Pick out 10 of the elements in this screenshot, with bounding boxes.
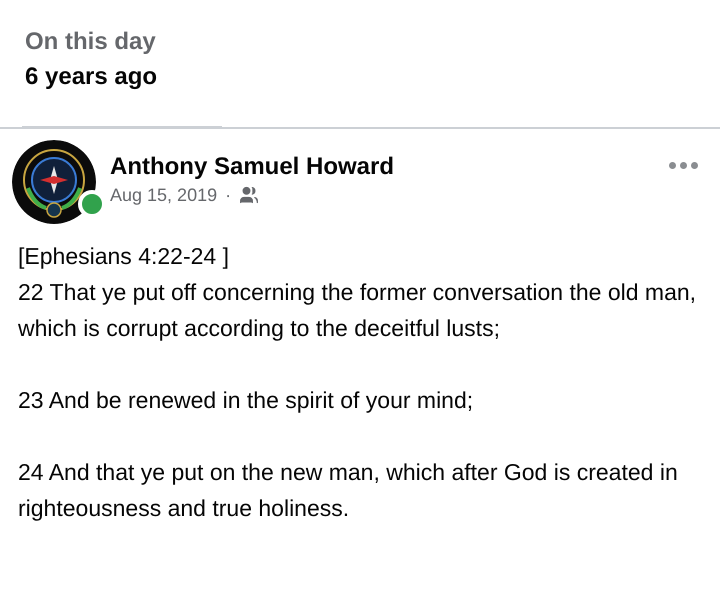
separator-dot: · bbox=[225, 184, 232, 207]
post-date[interactable]: Aug 15, 2019 bbox=[110, 182, 218, 208]
post-text: 23 And be renewed in the spirit of your mind; bbox=[18, 386, 474, 415]
author-name[interactable]: Anthony Samuel Howard bbox=[110, 152, 669, 182]
friends-audience-icon bbox=[239, 185, 260, 205]
more-options-button[interactable] bbox=[669, 160, 698, 170]
years-ago-label: 6 years ago bbox=[25, 62, 158, 92]
post-text: 24 And that ye put on the new man, which after God is created in righteousness and true holiness. bbox=[18, 458, 679, 523]
section-title: On this day bbox=[25, 27, 157, 57]
post-text: [Ephesians 4:22-24 ] 22 That ye put off concerning the former conversation the old man, which is corrupt according to the deceitful lusts; bbox=[18, 242, 698, 343]
